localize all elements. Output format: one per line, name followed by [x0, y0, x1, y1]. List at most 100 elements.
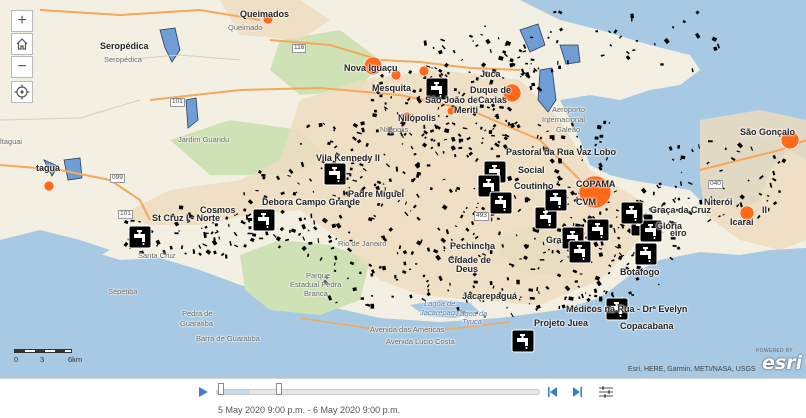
time-slider-end-thumb[interactable]: [276, 383, 283, 395]
feature-polygon[interactable]: [477, 202, 479, 204]
feature-polygon[interactable]: [674, 197, 677, 200]
feature-polygon[interactable]: [426, 164, 431, 167]
previous-button[interactable]: [546, 385, 560, 399]
feature-polygon[interactable]: [490, 147, 494, 151]
feature-polygon[interactable]: [395, 166, 399, 172]
feature-polygon[interactable]: [672, 244, 677, 248]
feature-polygon[interactable]: [522, 44, 527, 49]
feature-polygon[interactable]: [506, 277, 510, 281]
feature-polygon[interactable]: [307, 229, 310, 232]
feature-polygon[interactable]: [438, 74, 442, 77]
feature-polygon[interactable]: [460, 58, 464, 61]
feature-polygon[interactable]: [402, 136, 404, 138]
feature-polygon[interactable]: [265, 231, 269, 236]
feature-polygon[interactable]: [603, 290, 606, 293]
feature-polygon[interactable]: [599, 141, 602, 143]
feature-polygon[interactable]: [408, 70, 413, 75]
home-button[interactable]: [11, 33, 33, 55]
feature-polygon[interactable]: [687, 197, 690, 199]
feature-polygon[interactable]: [579, 273, 583, 275]
feature-polygon[interactable]: [530, 58, 535, 61]
feature-polygon[interactable]: [178, 205, 184, 210]
feature-polygon[interactable]: [568, 296, 574, 301]
feature-polygon[interactable]: [375, 129, 379, 133]
feature-polygon[interactable]: [529, 296, 535, 300]
feature-polygon[interactable]: [360, 297, 364, 300]
feature-polygon[interactable]: [691, 68, 694, 73]
feature-polygon[interactable]: [438, 49, 443, 55]
feature-polygon[interactable]: [530, 268, 536, 271]
feature-polygon[interactable]: [680, 155, 686, 160]
feature-polygon[interactable]: [625, 50, 630, 55]
feature-polygon[interactable]: [249, 237, 255, 243]
feature-polygon[interactable]: [228, 223, 230, 227]
feature-polygon[interactable]: [518, 298, 521, 301]
feature-polygon[interactable]: [359, 271, 362, 275]
feature-polygon[interactable]: [370, 273, 374, 277]
feature-polygon[interactable]: [558, 65, 561, 69]
feature-polygon[interactable]: [453, 88, 457, 92]
feature-polygon[interactable]: [626, 262, 630, 266]
feature-polygon[interactable]: [458, 146, 463, 150]
feature-polygon[interactable]: [558, 305, 561, 310]
feature-polygon[interactable]: [610, 292, 614, 296]
feature-polygon[interactable]: [440, 38, 446, 42]
feature-polygon[interactable]: [472, 40, 474, 42]
feature-polygon[interactable]: [308, 241, 313, 245]
settings-button[interactable]: [598, 385, 614, 399]
feature-polygon[interactable]: [632, 49, 636, 52]
feature-polygon[interactable]: [547, 36, 550, 39]
attribution-text[interactable]: Esri, HERE, Garmin, METI/NASA, USGS: [628, 366, 756, 373]
feature-polygon[interactable]: [313, 226, 318, 231]
next-button[interactable]: [570, 385, 584, 399]
feature-polygon[interactable]: [585, 292, 587, 294]
feature-polygon[interactable]: [707, 140, 713, 143]
feature-polygon[interactable]: [243, 244, 247, 248]
feature-polygon[interactable]: [520, 71, 526, 77]
feature-polygon[interactable]: [504, 44, 508, 46]
feature-polygon[interactable]: [530, 63, 532, 65]
feature-polygon[interactable]: [198, 252, 202, 257]
feature-polygon[interactable]: [247, 218, 253, 222]
faucet-icon[interactable]: [620, 201, 644, 225]
feature-polygon[interactable]: [247, 220, 251, 223]
feature-polygon[interactable]: [391, 295, 394, 298]
feature-polygon[interactable]: [373, 183, 377, 187]
feature-polygon[interactable]: [516, 279, 520, 285]
feature-polygon[interactable]: [676, 246, 681, 251]
feature-polygon[interactable]: [599, 134, 604, 138]
feature-polygon[interactable]: [485, 38, 491, 45]
feature-polygon[interactable]: [609, 43, 613, 47]
incident-marker[interactable]: [418, 65, 430, 77]
feature-polygon[interactable]: [327, 234, 332, 239]
feature-polygon[interactable]: [328, 239, 333, 244]
feature-polygon[interactable]: [180, 245, 184, 250]
feature-polygon[interactable]: [205, 249, 212, 255]
feature-polygon[interactable]: [434, 67, 438, 70]
feature-polygon[interactable]: [233, 231, 238, 237]
feature-polygon[interactable]: [652, 191, 655, 196]
feature-polygon[interactable]: [468, 34, 473, 38]
feature-polygon[interactable]: [169, 245, 173, 250]
feature-polygon[interactable]: [607, 271, 611, 275]
feature-polygon[interactable]: [525, 62, 528, 65]
feature-polygon[interactable]: [658, 186, 661, 189]
feature-polygon[interactable]: [243, 208, 247, 212]
feature-polygon[interactable]: [595, 30, 598, 33]
feature-polygon[interactable]: [506, 306, 509, 309]
time-slider-track[interactable]: [216, 389, 540, 395]
feature-polygon[interactable]: [558, 158, 561, 164]
faucet-icon[interactable]: [323, 162, 347, 186]
feature-polygon[interactable]: [559, 27, 564, 32]
feature-polygon[interactable]: [252, 233, 257, 237]
feature-polygon[interactable]: [525, 71, 530, 78]
feature-polygon[interactable]: [384, 102, 387, 105]
feature-polygon[interactable]: [204, 225, 208, 229]
feature-polygon[interactable]: [301, 223, 307, 230]
feature-polygon[interactable]: [184, 252, 187, 255]
feature-polygon[interactable]: [431, 67, 433, 69]
map-view[interactable]: Queimados Queimado Seropédica Seropédica Nov…: [0, 0, 806, 378]
faucet-icon[interactable]: [568, 240, 592, 264]
feature-polygon[interactable]: [452, 49, 456, 54]
feature-polygon[interactable]: [220, 252, 225, 257]
